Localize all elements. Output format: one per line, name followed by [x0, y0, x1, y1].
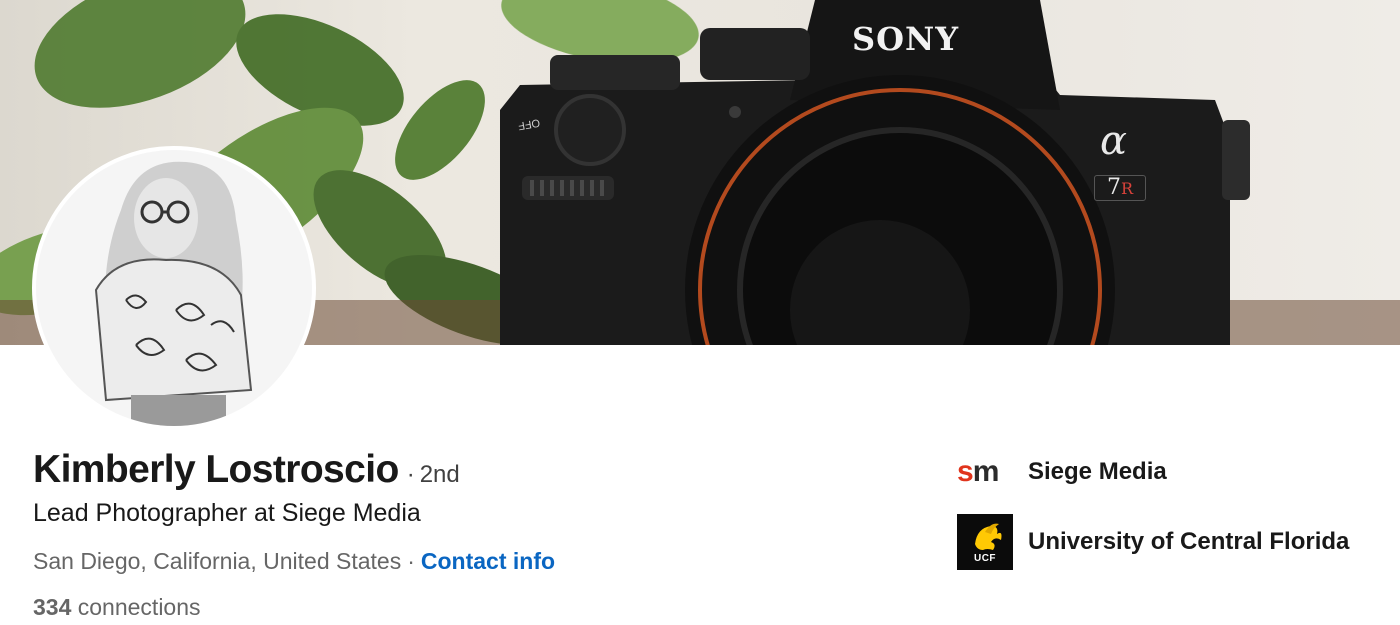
siege-logo-s: s [957, 455, 974, 488]
profile-avatar[interactable] [32, 146, 316, 430]
location-row: San Diego, California, United States · Con… [33, 548, 555, 575]
degree-label: 2nd [419, 461, 460, 488]
profile-headline: Lead Photographer at Siege Media [33, 499, 421, 527]
org-name: Siege Media [1028, 458, 1167, 485]
camera-model-suffix: R [1120, 179, 1134, 198]
camera-model-badge: 7R [1094, 175, 1146, 201]
org-name: University of Central Florida [1028, 528, 1350, 555]
degree-separator: · [406, 461, 415, 488]
connection-degree: · 2nd [407, 461, 460, 489]
profile-photo [36, 150, 312, 426]
ucf-logo: UCF [957, 514, 1013, 570]
org-ucf[interactable]: UCF University of Central Florida [957, 514, 1349, 570]
camera-alpha-text: α [1100, 118, 1128, 164]
siege-media-logo: sm [957, 452, 1013, 492]
camera-brand-text: SONY [852, 20, 960, 58]
meta-separator: · [407, 548, 415, 574]
name-row: Kimberly Lostroscio · 2nd [33, 448, 460, 492]
connections-number: 334 [33, 594, 72, 620]
ucf-logo-text: UCF [973, 553, 997, 564]
profile-location: San Diego, California, United States [33, 548, 402, 574]
camera-model-number: 7 [1106, 175, 1121, 200]
siege-logo-m: m [972, 455, 1000, 488]
connections-label: connections [77, 594, 201, 620]
connections-count[interactable]: 334 connections [33, 594, 201, 621]
profile-name: Kimberly Lostroscio [33, 448, 399, 491]
org-siege-media[interactable]: sm Siege Media [957, 452, 1167, 492]
contact-info-link[interactable]: Contact info [421, 548, 555, 574]
